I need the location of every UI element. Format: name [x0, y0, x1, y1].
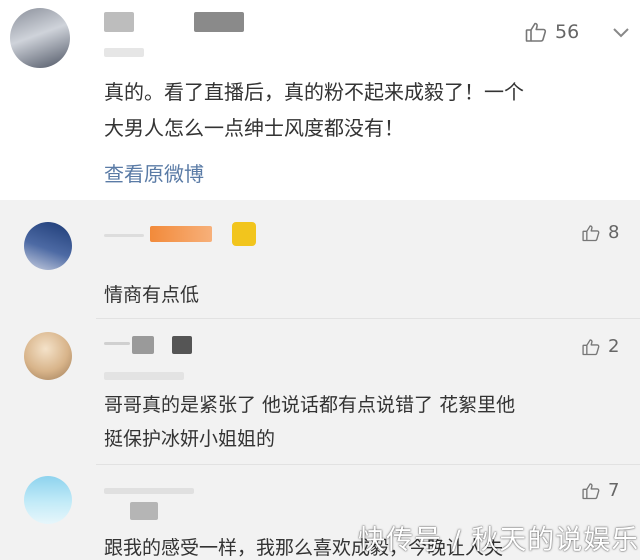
avatar[interactable]	[24, 332, 72, 380]
username-blurred[interactable]	[104, 342, 130, 345]
divider	[96, 464, 640, 465]
comment-text: 大男人怎么一点绅士风度都没有！	[104, 116, 404, 140]
main-comment: 56 真的。看了直播后，真的粉不起来成毅了！一个 大男人怎么一点绅士风度都没有！…	[0, 0, 640, 200]
like-button[interactable]: 56	[523, 20, 579, 44]
like-button[interactable]: 8	[580, 222, 619, 243]
thumbs-up-icon	[582, 338, 600, 355]
reply-text: 哥哥真的是紧张了 他说话都有点说错了 花絮里他	[104, 394, 516, 416]
timestamp-blurred	[104, 48, 144, 57]
thumbs-up-icon	[582, 224, 600, 241]
like-count: 56	[555, 21, 580, 43]
badge-blurred	[232, 222, 256, 246]
username-blurred[interactable]	[150, 226, 212, 242]
more-chevron-icon[interactable]	[612, 24, 630, 43]
username-blurred[interactable]	[104, 488, 194, 494]
like-button[interactable]: 2	[580, 336, 619, 357]
like-count: 7	[608, 480, 620, 501]
comment-text: 真的。看了直播后，真的粉不起来成毅了！一个	[104, 80, 524, 104]
like-count: 2	[608, 336, 620, 357]
divider	[96, 318, 640, 319]
username-blurred[interactable]	[104, 12, 134, 32]
like-count: 8	[608, 222, 620, 243]
reply-text: 情商有点低	[104, 284, 200, 306]
reply-list: 8 情商有点低 2 哥哥真的是紧张了 他说话都有点说错了 花絮里他 挺保护冰妍小…	[0, 200, 640, 559]
like-button[interactable]: 7	[580, 480, 619, 501]
thumbs-up-icon	[525, 22, 547, 42]
avatar[interactable]	[10, 8, 70, 68]
reply-text: 挺保护冰妍小姐姐的	[104, 428, 276, 450]
thumbs-up-icon	[582, 482, 600, 499]
timestamp-blurred	[130, 502, 158, 520]
username-blurred[interactable]	[132, 336, 154, 354]
avatar[interactable]	[24, 476, 72, 524]
view-original-link[interactable]: 查看原微博	[104, 158, 204, 187]
username-blurred[interactable]	[104, 234, 144, 237]
username-blurred[interactable]	[194, 12, 244, 32]
timestamp-blurred	[104, 372, 184, 380]
avatar[interactable]	[24, 222, 72, 270]
watermark: 快传号 / 秋天的说娱乐	[358, 525, 640, 556]
username-blurred[interactable]	[172, 336, 192, 354]
